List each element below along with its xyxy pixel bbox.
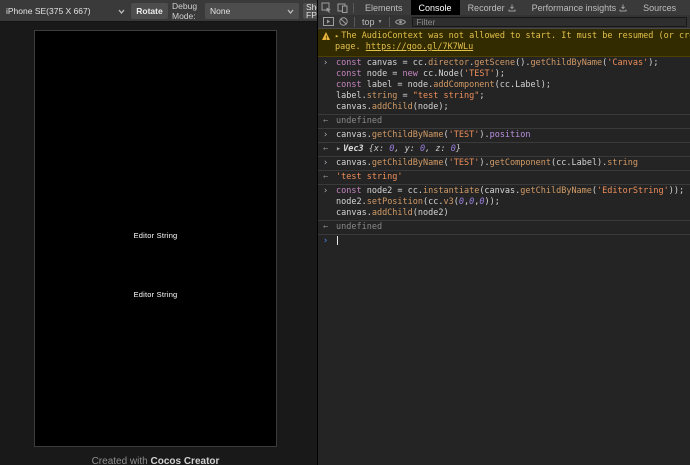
console-input-line: › canvas.getChildByName('TEST').getCompo… (323, 158, 639, 168)
warning-link[interactable]: https://goo.gl/7K7WLu (366, 42, 473, 52)
console-result: ← undefined (318, 221, 690, 235)
screenshot-stage: iPhone SE(375 X 667) Rotate Debug Mode: … (0, 0, 690, 465)
return-arrow-icon: ← (323, 116, 329, 126)
console-input-line: const label = node.addComponent(cc.Label… (336, 80, 551, 90)
console-entry: › canvas.getChildByName('TEST').getCompo… (318, 157, 690, 171)
device-select[interactable]: iPhone SE(375 X 667) (6, 3, 125, 19)
created-with-footer: Created with Cocos Creator (91, 456, 220, 465)
tab-sources[interactable]: Sources (635, 0, 684, 15)
debug-mode-select[interactable]: None (205, 3, 299, 19)
preview-toolbar: iPhone SE(375 X 667) Rotate Debug Mode: … (0, 0, 317, 22)
devtools-panel: Elements Console Recorder Performance in… (317, 0, 690, 465)
toolbar-divider (354, 16, 355, 27)
console-input-line: node2.setPosition(cc.v3(0,0,0)); (336, 197, 500, 207)
console-input-line: › const node2 = cc.instantiate(canvas.ge… (323, 186, 685, 196)
return-arrow-icon: ← (323, 144, 329, 154)
console-input-line: label.string = "test string"; (336, 91, 485, 101)
clear-console-icon[interactable] (336, 16, 351, 28)
warning-text-line1: The AudioContext was not allowed to star… (341, 31, 690, 41)
console-warning-audiocontext: ▸The AudioContext was not allowed to sta… (318, 29, 690, 57)
console-messages: ▸The AudioContext was not allowed to sta… (318, 29, 690, 449)
tab-performance-insights[interactable]: Performance insights (524, 0, 636, 15)
console-toolbar: top ▼ (318, 15, 690, 29)
preview-feature-icon (619, 4, 627, 11)
console-sidebar-icon[interactable] (321, 16, 336, 28)
inspect-element-icon[interactable] (318, 0, 334, 15)
live-expression-eye-icon[interactable] (393, 16, 408, 28)
console-filter-input[interactable] (412, 16, 687, 27)
canvas-label-editor-string-2: Editor String (133, 290, 178, 299)
return-arrow-icon: ← (323, 222, 329, 232)
console-input-line: › canvas.getChildByName('TEST').position (323, 130, 531, 140)
chevron-down-icon (118, 9, 125, 14)
console-input-line: const node = new cc.Node('TEST'); (336, 69, 505, 79)
device-toolbar-icon[interactable] (334, 0, 350, 15)
cocos-creator-brand: Cocos Creator (150, 456, 220, 465)
input-chevron-icon: › (323, 186, 329, 196)
console-input-line: canvas.addChild(node2) (336, 208, 449, 218)
game-canvas[interactable]: Editor String Editor String (34, 30, 277, 447)
tab-elements[interactable]: Elements (357, 0, 411, 15)
device-select-label: iPhone SE(375 X 667) (6, 6, 91, 16)
input-chevron-icon: › (323, 130, 329, 140)
warning-icon (322, 32, 330, 44)
javascript-context-select[interactable]: top ▼ (358, 17, 386, 27)
emulated-page-pane: iPhone SE(375 X 667) Rotate Debug Mode: … (0, 0, 317, 465)
tab-console[interactable]: Console (410, 0, 460, 15)
canvas-label-editor-string-1: Editor String (133, 231, 178, 240)
tab-network[interactable]: Network (684, 0, 690, 15)
rotate-button[interactable]: Rotate (131, 3, 168, 19)
console-entry: › const canvas = cc.director.getScene().… (318, 57, 690, 115)
console-input-line: › const canvas = cc.director.getScene().… (323, 58, 659, 68)
return-arrow-icon: ← (323, 172, 329, 182)
input-chevron-icon: › (323, 158, 329, 168)
warning-text-line2: page. (335, 42, 366, 52)
expand-arrow-icon[interactable]: ▸ (335, 32, 339, 40)
input-chevron-icon: › (323, 58, 329, 68)
toolbar-divider (353, 2, 354, 13)
devtools-tab-bar: Elements Console Recorder Performance in… (318, 0, 690, 15)
debug-mode-label: Debug Mode: (172, 1, 198, 21)
show-fps-button[interactable]: Show FPS (303, 3, 317, 19)
preview-feature-icon (508, 4, 516, 11)
console-input-line: canvas.addChild(node); (336, 102, 449, 112)
console-entry: › const node2 = cc.instantiate(canvas.ge… (318, 185, 690, 221)
tab-recorder[interactable]: Recorder (460, 0, 524, 15)
dropdown-arrow-icon: ▼ (377, 18, 383, 25)
console-entry: › canvas.getChildByName('TEST').position (318, 129, 690, 143)
text-caret (337, 236, 338, 245)
chevron-down-icon (287, 9, 294, 14)
console-result-expandable[interactable]: ← ▸ Vec3 {x: 0, y: 0, z: 0} (318, 143, 690, 157)
prompt-chevron-icon: › (323, 236, 329, 246)
console-prompt[interactable]: › (318, 235, 690, 248)
console-result: ← 'test string' (318, 171, 690, 185)
toolbar-divider (389, 16, 391, 27)
console-result: ← undefined (318, 115, 690, 129)
